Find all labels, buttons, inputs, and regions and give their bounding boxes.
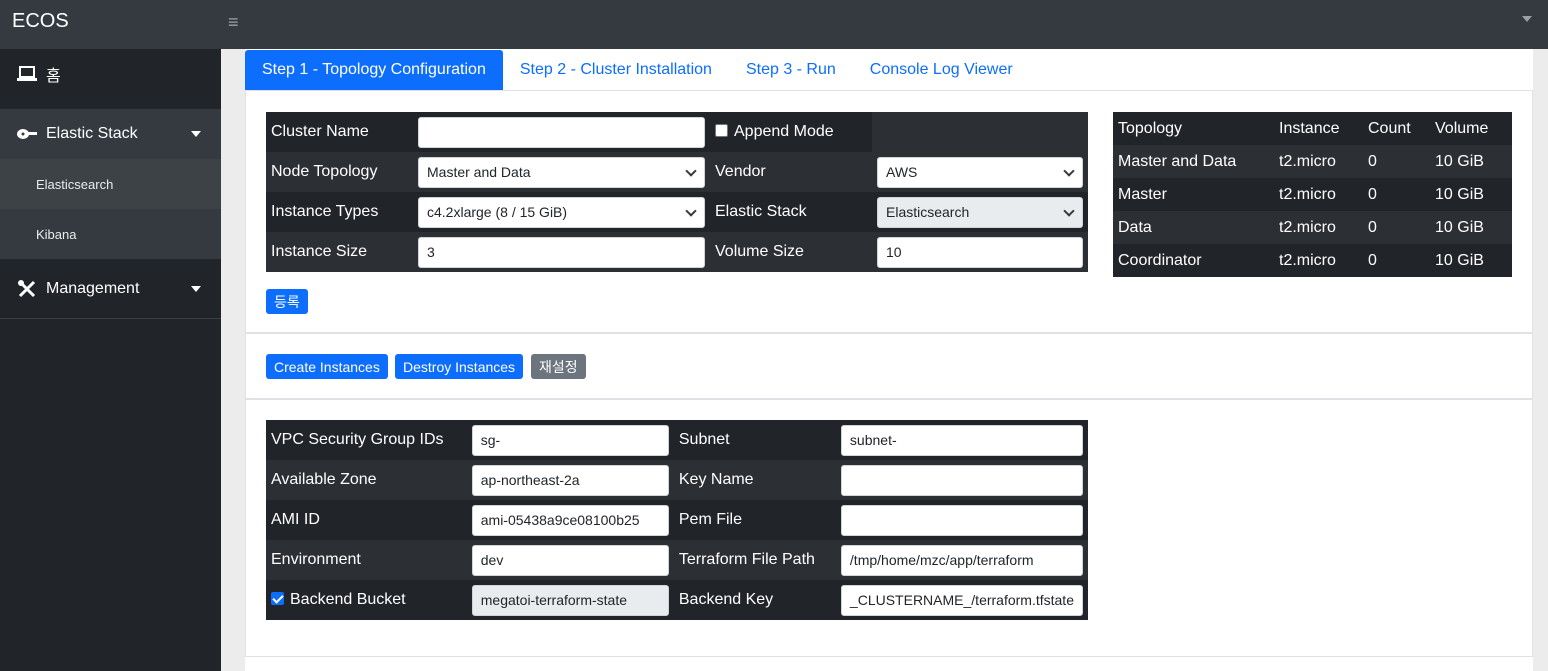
table-row: Master t2.micro 0 10 GiB — [1113, 178, 1512, 211]
column-header: Count — [1368, 119, 1411, 137]
main-area: Step 1 - Topology Configuration Step 2 -… — [221, 49, 1548, 671]
table-cell: Master — [1118, 185, 1167, 203]
pem-file-label: Pem File — [678, 511, 742, 528]
tab-bar: Step 1 - Topology Configuration Step 2 -… — [245, 50, 1030, 90]
tab-topology-configuration[interactable]: Step 1 - Topology Configuration — [245, 50, 503, 90]
column-header: Volume — [1435, 119, 1489, 137]
table-cell: 0 — [1368, 185, 1377, 203]
table-row: Master and Data t2.micro 0 10 GiB — [1113, 145, 1512, 178]
terraform-file-path-label: Terraform File Path — [678, 551, 815, 568]
table-cell: t2.micro — [1279, 152, 1336, 170]
table-cell: t2.micro — [1279, 251, 1336, 269]
vendor-label: Vendor — [715, 163, 766, 180]
backend-key-label: Backend Key — [678, 591, 774, 608]
aws-settings-card: VPC Security Group IDs sg- Subnet subnet… — [245, 399, 1533, 657]
chevron-down-icon — [191, 286, 201, 292]
environment-input[interactable]: dev — [471, 544, 669, 576]
instance-types-label: Instance Types — [271, 203, 379, 220]
vendor-select[interactable]: AWS — [877, 156, 1083, 188]
sidebar-item-label: 홈 — [46, 68, 61, 85]
destroy-instances-button[interactable]: Destroy Instances — [395, 354, 524, 379]
backend-bucket-label: Backend Bucket — [290, 591, 406, 608]
cluster-name-label: Cluster Name — [271, 123, 369, 140]
sidebar-item-management[interactable]: Management — [0, 259, 221, 319]
register-button[interactable]: 등록 — [266, 289, 308, 314]
brand-logo[interactable]: ECOS — [12, 10, 69, 33]
cluster-name-input[interactable] — [418, 116, 705, 148]
table-cell: Coordinator — [1118, 251, 1202, 269]
menu-toggle-icon[interactable]: ≡ — [228, 12, 239, 33]
aws-form-table: VPC Security Group IDs sg- Subnet subnet… — [266, 420, 1088, 620]
laptop-icon — [16, 63, 38, 85]
cluster-form-table: Cluster Name Append Mode Node Topology M… — [266, 112, 1088, 272]
table-cell: 10 GiB — [1435, 185, 1484, 203]
table-cell: 10 GiB — [1435, 251, 1484, 269]
pem-file-input[interactable] — [840, 504, 1083, 536]
elastic-stack-label: Elastic Stack — [715, 203, 807, 220]
topology-table: Topology Instance Count Volume Master an… — [1113, 112, 1512, 277]
subnet-label: Subnet — [678, 431, 730, 448]
table-cell: 10 GiB — [1435, 218, 1484, 236]
volume-size-input[interactable]: 10 — [877, 236, 1083, 268]
tab-cluster-installation[interactable]: Step 2 - Cluster Installation — [503, 50, 729, 90]
sidebar-item-kibana[interactable]: Kibana — [0, 209, 221, 259]
table-cell: Master and Data — [1118, 152, 1237, 170]
elastic-stack-select[interactable]: Elasticsearch — [877, 196, 1083, 228]
table-cell: 0 — [1368, 251, 1377, 269]
tab-run[interactable]: Step 3 - Run — [729, 50, 853, 90]
table-header-row: Topology Instance Count Volume — [1113, 112, 1512, 145]
ami-id-input[interactable]: ami-05438a9ce08100b25 — [471, 504, 669, 536]
column-header: Topology — [1118, 119, 1183, 137]
table-cell: Data — [1118, 218, 1152, 236]
sidebar-item-label: Elastic Stack — [46, 125, 138, 142]
vpc-security-group-label: VPC Security Group IDs — [271, 431, 444, 448]
instance-actions-card: Create Instances Destroy Instances 재설정 — [245, 333, 1533, 399]
topology-config-card: Cluster Name Append Mode Node Topology M… — [245, 90, 1533, 333]
sidebar-item-elasticsearch[interactable]: Elasticsearch — [0, 159, 221, 209]
terraform-file-path-input[interactable]: /tmp/home/mzc/app/terraform — [840, 544, 1083, 576]
column-header: Instance — [1279, 119, 1340, 137]
table-cell: t2.micro — [1279, 218, 1336, 236]
backend-key-input[interactable]: _CLUSTERNAME_/terraform.tfstate — [840, 584, 1083, 616]
append-mode-label: Append Mode — [734, 123, 834, 140]
table-cell: t2.micro — [1279, 185, 1336, 203]
create-instances-button[interactable]: Create Instances — [266, 354, 388, 379]
table-cell: 0 — [1368, 152, 1377, 170]
guitar-icon — [16, 123, 38, 145]
instance-size-label: Instance Size — [271, 243, 368, 260]
content-panel: Step 1 - Topology Configuration Step 2 -… — [245, 49, 1533, 671]
append-mode-checkbox[interactable] — [715, 124, 728, 137]
table-row: Data t2.micro 0 10 GiB — [1113, 211, 1512, 244]
instance-types-select[interactable]: c4.2xlarge (8 / 15 GiB) — [418, 196, 705, 228]
key-name-input[interactable] — [840, 464, 1083, 496]
environment-label: Environment — [271, 551, 361, 568]
ami-id-label: AMI ID — [271, 511, 320, 528]
backend-bucket-input[interactable]: megatoi-terraform-state — [471, 584, 669, 616]
table-cell: 0 — [1368, 218, 1377, 236]
chevron-down-icon — [191, 131, 201, 137]
key-name-label: Key Name — [678, 471, 754, 488]
subnet-input[interactable]: subnet- — [840, 424, 1083, 456]
backend-bucket-checkbox[interactable] — [271, 592, 284, 605]
volume-size-label: Volume Size — [715, 243, 804, 260]
user-dropdown-chevron-down-icon[interactable] — [1522, 16, 1532, 22]
instance-size-input[interactable]: 3 — [418, 236, 705, 268]
table-row: Coordinator t2.micro 0 10 GiB — [1113, 244, 1512, 277]
sidebar-item-elastic-stack[interactable]: Elastic Stack — [0, 109, 221, 159]
table-cell: 10 GiB — [1435, 152, 1484, 170]
node-topology-label: Node Topology — [271, 163, 378, 180]
available-zone-input[interactable]: ap-northeast-2a — [471, 464, 669, 496]
node-topology-select[interactable]: Master and Data — [418, 156, 705, 188]
tab-console-log-viewer[interactable]: Console Log Viewer — [853, 50, 1030, 90]
available-zone-label: Available Zone — [271, 471, 377, 488]
sidebar-item-label: Management — [46, 279, 140, 297]
reset-button[interactable]: 재설정 — [531, 354, 586, 379]
vpc-security-group-input[interactable]: sg- — [471, 424, 669, 456]
sidebar-item-home[interactable]: 홈 — [0, 49, 221, 99]
tools-icon — [16, 278, 38, 300]
sidebar: 홈 Elastic Stack Elasticsearch Kibana Man… — [0, 49, 221, 671]
top-navbar: ECOS ≡ — [0, 0, 1548, 49]
